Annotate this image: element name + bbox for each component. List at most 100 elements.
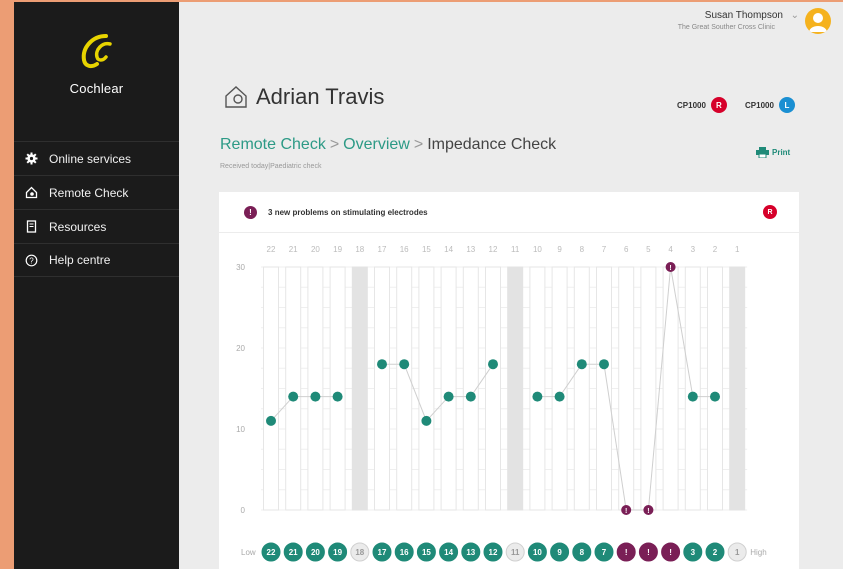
breadcrumb-separator: > (329, 136, 340, 153)
electrode-badge-label: 14 (444, 548, 453, 557)
sidebar-item-resources[interactable]: Resources (14, 209, 179, 243)
electrode-top-label: 12 (489, 245, 498, 254)
electrode-badge-label: 19 (333, 548, 342, 557)
electrode-top-label: 18 (355, 245, 364, 254)
breadcrumb: Remote Check > Overview > Impedance Check (220, 136, 556, 154)
breadcrumb-overview[interactable]: Overview (343, 136, 410, 153)
electrode-column (640, 266, 657, 511)
problem-point-marker: ! (647, 508, 649, 515)
electrode-top-label: 20 (311, 245, 320, 254)
electrode-column (662, 266, 679, 511)
data-point (465, 391, 476, 402)
side-badge-right: R (710, 97, 727, 113)
electrode-column (440, 266, 457, 511)
electrode-badge-label: 22 (267, 548, 276, 557)
top-bar: Susan Thompson The Great Souther Cross C… (179, 2, 843, 57)
electrode-top-label: 4 (668, 245, 673, 254)
app-frame: Cochlear Online services Remote Check Re… (0, 0, 843, 569)
electrode-badge-label: ! (647, 548, 650, 557)
data-point (488, 359, 498, 370)
sidebar-item-label: Resources (49, 219, 107, 234)
received-label: Received today (220, 163, 269, 170)
electrode-top-label: 8 (580, 245, 585, 254)
electrode-top-label: 19 (333, 245, 342, 254)
electrode-badge-label: 13 (466, 548, 475, 557)
electrode-top-label: 17 (378, 245, 387, 254)
alert-count: 3 (268, 207, 273, 217)
electrode-column (485, 266, 501, 511)
electrode-badge-label: 12 (489, 548, 498, 557)
electrode-top-label: 1 (735, 245, 740, 254)
electrode-badge-label: 7 (602, 548, 607, 557)
electrode-top-label: 5 (646, 245, 651, 254)
electrode-top-label: 6 (624, 245, 629, 254)
breadcrumb-remote-check[interactable]: Remote Check (220, 136, 326, 153)
electrode-top-label: 22 (267, 245, 276, 254)
breadcrumb-current: Impedance Check (427, 136, 557, 153)
data-point (599, 359, 609, 370)
alert-side-badge: R (763, 205, 777, 219)
electrode-top-label: 14 (444, 245, 453, 254)
data-point (532, 391, 543, 402)
print-button[interactable]: Print (756, 147, 790, 158)
processor-model: CP1000 (745, 100, 774, 110)
electrode-badge-label: 10 (533, 548, 542, 557)
avatar[interactable] (805, 8, 831, 34)
alert-icon: ! (244, 205, 257, 219)
patient-name: Adrian Travis (256, 84, 385, 109)
data-point (266, 415, 276, 426)
y-tick-label: 20 (236, 344, 245, 353)
electrode-badge-label: 11 (511, 548, 520, 557)
electrode-column (351, 266, 368, 511)
user-name[interactable]: Susan Thompson (705, 10, 783, 21)
cochlear-logo[interactable]: Cochlear (14, 30, 179, 96)
electrode-top-label: 15 (422, 245, 431, 254)
electrode-column (573, 266, 590, 511)
y-tick-label: 0 (241, 506, 246, 515)
electrode-badge-label: 20 (311, 548, 320, 557)
chevron-down-icon[interactable]: ⌄ (791, 10, 799, 21)
data-point (443, 391, 454, 402)
data-point (399, 359, 410, 370)
help-icon: ? (24, 253, 38, 267)
data-point (687, 391, 698, 402)
impedance-chart: 010203022 21 20 19 18 17 16 15 14 13 12 11 10 9 8 7 6 5 4 3… (236, 245, 767, 562)
alert-message: new problems on stimulating electrodes (274, 207, 428, 217)
electrode-column (684, 266, 701, 511)
gear-icon (24, 152, 38, 166)
electrode-badge-label: 15 (422, 548, 431, 557)
svg-text:?: ? (29, 256, 34, 265)
electrode-column (596, 266, 612, 511)
sidebar: Cochlear Online services Remote Check Re… (14, 2, 179, 569)
electrode-badge-label: 2 (713, 548, 718, 557)
sidebar-item-remote-check[interactable]: Remote Check (14, 175, 179, 209)
electrode-top-label: 10 (533, 245, 542, 254)
cochlear-logo-icon (81, 34, 112, 69)
electrode-badge-label: 17 (378, 548, 387, 557)
electrode-column (285, 266, 302, 511)
data-point (576, 359, 587, 370)
check-subtitle: Received today|Paediatric check (220, 163, 322, 170)
electrode-column (263, 266, 279, 511)
electrode-top-label: 11 (511, 245, 520, 254)
data-point (554, 391, 565, 402)
patient-home-head-icon (225, 86, 247, 108)
electrode-column (396, 266, 413, 511)
electrode-column (329, 266, 346, 511)
y-tick-label: 30 (236, 263, 245, 272)
low-label: Low (241, 548, 256, 557)
sidebar-item-online-services[interactable]: Online services (14, 141, 179, 175)
high-label: High (750, 548, 766, 557)
sidebar-item-label: Help centre (49, 253, 111, 267)
alert-text: 3 new problems on stimulating electrodes (268, 208, 428, 217)
sidebar-item-help-centre[interactable]: ? Help centre (14, 243, 179, 277)
electrode-badge-label: ! (669, 548, 672, 557)
y-tick-label: 10 (236, 425, 245, 434)
problem-alert[interactable]: ! 3 new problems on stimulating electrod… (219, 192, 799, 233)
processor-left: CP1000 L (745, 97, 795, 113)
electrode-column (529, 266, 546, 511)
data-point (421, 415, 432, 426)
electrode-top-label: 3 (691, 245, 696, 254)
data-point (288, 391, 299, 402)
electrode-column (707, 266, 723, 511)
